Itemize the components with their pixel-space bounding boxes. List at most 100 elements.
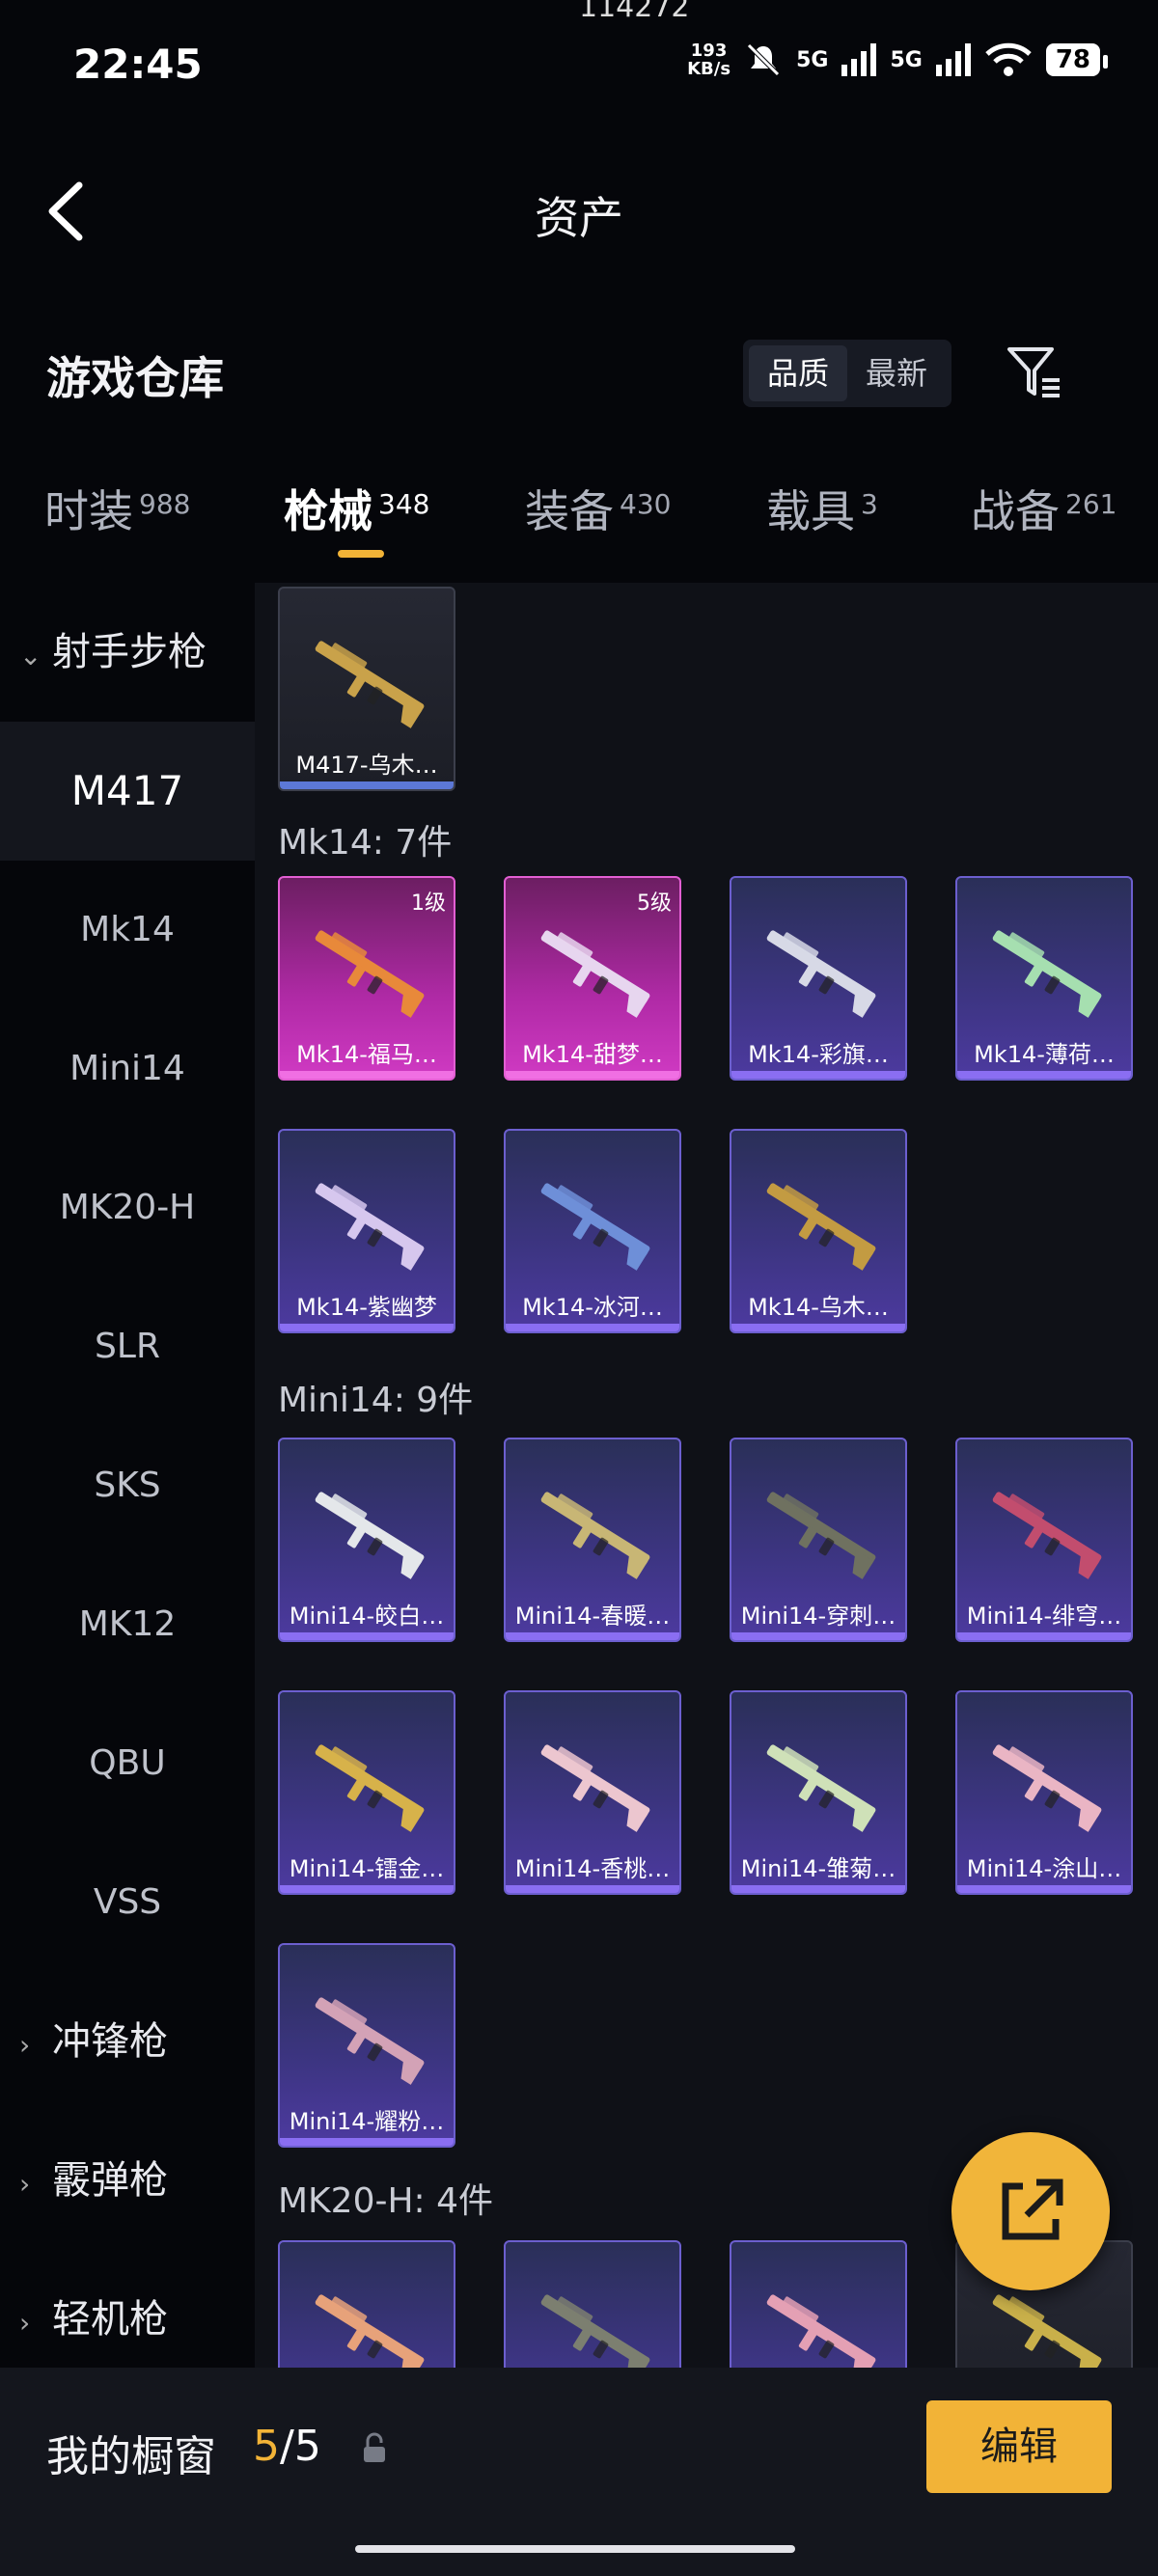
- tab-count: 988: [139, 488, 191, 520]
- weapon-card[interactable]: Mini14-皎白…: [278, 1438, 455, 1642]
- rifle-icon: [540, 2294, 650, 2368]
- weapon-card[interactable]: Mini14-涂山…: [955, 1690, 1133, 1895]
- weapon-name: Mini14-雏菊…: [740, 1855, 896, 1882]
- sidebar-item-mk12[interactable]: MK12: [0, 1555, 255, 1694]
- sort-toggle: 品质 最新: [743, 340, 951, 407]
- weapon-card[interactable]: 5级 Mk14-甜梦…: [504, 876, 681, 1081]
- sidebar-item-vss[interactable]: VSS: [0, 1833, 255, 1972]
- weapon-name: Mk14-薄荷…: [974, 1041, 1115, 1068]
- rifle-icon: [315, 1997, 425, 2085]
- active-tab-indicator: [338, 550, 384, 558]
- weapon-card[interactable]: Mk14-薄荷…: [955, 876, 1133, 1081]
- sidebar-group-smg[interactable]: › 冲锋枪: [19, 1972, 168, 2111]
- tab-count: 3: [861, 488, 878, 520]
- weapon-card[interactable]: Mini14-穿刺…: [730, 1438, 907, 1642]
- rarity-bar: [280, 1071, 454, 1079]
- filter-icon[interactable]: [1004, 342, 1065, 403]
- tab-guns[interactable]: 枪械 348: [284, 477, 429, 540]
- weapon-card[interactable]: Mk14-乌木…: [730, 1129, 907, 1333]
- rarity-bar: [731, 1324, 905, 1331]
- sidebar-item-m417[interactable]: M417: [0, 722, 255, 861]
- sidebar-item-mk20h[interactable]: MK20-H: [0, 1138, 255, 1277]
- weapon-card[interactable]: Mini14-镭金…: [278, 1690, 455, 1895]
- sidebar-group-label: 射手步枪: [52, 630, 207, 674]
- rarity-bar: [280, 1885, 454, 1893]
- rifle-icon: [315, 1183, 425, 1271]
- sidebar-item-mini14[interactable]: Mini14: [0, 1000, 255, 1138]
- weapon-grid: Mk14: 7件 Mini14: 9件 MK20-H: 4件 M417-乌木… 1…: [255, 583, 1158, 2368]
- sidebar-group-label: 霰弹枪: [52, 2158, 168, 2203]
- weapon-card[interactable]: Mini14-春暖…: [504, 1438, 681, 1642]
- showcase-label: 我的橱窗: [46, 2432, 216, 2481]
- weapon-card[interactable]: Mk14-紫幽梦: [278, 1129, 455, 1333]
- rifle-icon: [992, 1492, 1102, 1579]
- tab-label: 时装: [44, 485, 133, 537]
- rarity-bar: [731, 1071, 905, 1079]
- warehouse-title: 游戏仓库: [46, 352, 224, 404]
- share-button[interactable]: [951, 2132, 1110, 2290]
- sidebar-item-slr[interactable]: SLR: [0, 1277, 255, 1416]
- weapon-card[interactable]: Mk14-冰河…: [504, 1129, 681, 1333]
- speed-unit: KB/s: [687, 59, 731, 79]
- sidebar-item-qbu[interactable]: QBU: [0, 1694, 255, 1833]
- rarity-bar: [280, 781, 454, 789]
- tab-battle-gear[interactable]: 战备 261: [971, 477, 1117, 540]
- tab-count: 430: [620, 488, 672, 520]
- weapon-name: Mk14-冰河…: [522, 1294, 663, 1321]
- weapon-card[interactable]: Mini14-绯穹…: [955, 1438, 1133, 1642]
- rifle-icon: [540, 1492, 650, 1579]
- battery-level: 78: [1045, 43, 1109, 76]
- sidebar-group-shotgun[interactable]: › 霰弹枪: [19, 2111, 168, 2250]
- weapon-card[interactable]: 1级 Mk14-福马…: [278, 876, 455, 1081]
- sidebar-group-label: 冲锋枪: [52, 2019, 168, 2064]
- edit-button[interactable]: 编辑: [926, 2400, 1112, 2493]
- section-title-mk20h: MK20-H: 4件: [278, 2181, 494, 2221]
- weapon-card[interactable]: [278, 2240, 455, 2368]
- sort-quality-button[interactable]: 品质: [749, 345, 847, 401]
- weapon-name: Mini14-春暖…: [514, 1603, 671, 1630]
- weapon-card[interactable]: [504, 2240, 681, 2368]
- weapon-card[interactable]: Mini14-耀粉…: [278, 1943, 455, 2148]
- rarity-bar: [731, 1885, 905, 1893]
- section-title-mini14: Mini14: 9件: [278, 1381, 474, 1420]
- network-speed: 193 KB/s: [687, 41, 731, 78]
- rifle-icon: [315, 1744, 425, 1832]
- rifle-icon: [766, 930, 876, 1018]
- category-tabs: 时装 988 枪械 348 装备 430 载具 3 战备 261: [0, 477, 1158, 563]
- tab-equipment[interactable]: 装备 430: [525, 477, 671, 540]
- tab-count: 261: [1065, 488, 1117, 520]
- weapon-card[interactable]: Mini14-香桃…: [504, 1690, 681, 1895]
- sidebar-item-sks[interactable]: SKS: [0, 1416, 255, 1555]
- showcase-current: 5: [253, 2422, 280, 2471]
- sidebar-group-marksman[interactable]: ⌄ 射手步枪: [19, 583, 207, 722]
- share-external-icon: [1002, 2179, 1063, 2240]
- rifle-icon: [992, 930, 1102, 1018]
- rarity-bar: [280, 2138, 454, 2146]
- sidebar-item-mk14[interactable]: Mk14: [0, 861, 255, 1000]
- tab-count: 348: [378, 488, 430, 520]
- rifle-icon: [315, 2294, 425, 2368]
- signal-5g-label-1: 5G: [796, 47, 829, 72]
- weapon-name: M417-乌木…: [295, 752, 438, 779]
- tab-fashion[interactable]: 时装 988: [44, 477, 190, 540]
- rifle-icon: [766, 1183, 876, 1271]
- weapon-card[interactable]: [730, 2240, 907, 2368]
- rifle-icon: [315, 930, 425, 1018]
- speed-value: 193: [690, 41, 728, 61]
- level-badge: 1级: [411, 891, 446, 916]
- page-title: 资产: [535, 192, 623, 244]
- weapon-card[interactable]: Mini14-雏菊…: [730, 1690, 907, 1895]
- chevron-down-icon: ⌄: [19, 640, 42, 671]
- wifi-icon: [985, 42, 1032, 76]
- tab-vehicles[interactable]: 载具 3: [766, 477, 878, 540]
- chevron-right-icon: ›: [19, 2029, 31, 2061]
- weapon-card[interactable]: Mk14-彩旗…: [730, 876, 907, 1081]
- weapon-card[interactable]: M417-乌木…: [278, 587, 455, 791]
- rifle-icon: [540, 1183, 650, 1271]
- rarity-bar: [957, 1632, 1131, 1640]
- rifle-icon: [540, 930, 650, 1018]
- weapon-name: Mk14-乌木…: [748, 1294, 889, 1321]
- weapon-category-sidebar: ⌄ 射手步枪 M417 Mk14 Mini14 MK20-H SLR SKS MK…: [0, 583, 255, 2368]
- sort-newest-button[interactable]: 最新: [847, 345, 946, 401]
- status-time: 22:45: [73, 41, 203, 88]
